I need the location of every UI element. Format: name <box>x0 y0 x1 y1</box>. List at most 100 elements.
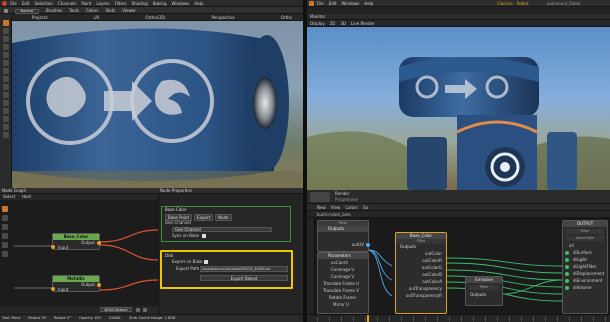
menu-help[interactable]: Help <box>194 1 203 6</box>
mask-tool-icon[interactable] <box>2 100 9 106</box>
graph-fit-icon[interactable] <box>136 307 140 312</box>
output-port[interactable] <box>97 283 101 287</box>
param-coverage-v[interactable]: Coverage V <box>318 274 368 280</box>
node-graph-canvas[interactable]: Base_Color Output Input Metallic Output … <box>0 200 158 314</box>
menu-windows[interactable]: Windows <box>341 1 359 6</box>
toolbar-viewer[interactable]: Viewer <box>122 8 136 14</box>
node-metallic[interactable]: Metallic Output Input <box>51 275 101 292</box>
input-di-light-filter[interactable]: diLightFilter <box>563 264 607 270</box>
paint-tool-icon[interactable] <box>2 28 9 34</box>
tab-3d[interactable]: 3D <box>340 21 346 26</box>
menu-go[interactable]: Go <box>363 205 369 210</box>
export-on-bake-checkbox[interactable] <box>204 259 208 264</box>
menu-new[interactable]: New <box>317 205 326 210</box>
tab-projects[interactable]: Projects <box>32 15 48 20</box>
out-color-a[interactable]: outColorA <box>396 279 446 285</box>
timeline-bar[interactable] <box>307 314 610 322</box>
zoom-tool-icon[interactable] <box>2 132 9 138</box>
input-di-displacement[interactable]: diDisplacement <box>563 271 607 277</box>
transform-tool-icon[interactable] <box>2 84 9 90</box>
blur-tool-icon[interactable] <box>2 60 9 66</box>
input-port[interactable] <box>51 245 55 249</box>
mode-select[interactable]: Normal <box>15 8 39 14</box>
tab-ortho-3d[interactable]: Ortho(3D) <box>145 15 165 20</box>
path-field[interactable]: build:/robot_bots <box>317 212 351 217</box>
out-transparency[interactable]: outTransparency <box>396 286 446 292</box>
toolbar-colors[interactable]: Colors <box>86 8 99 14</box>
menu-baking[interactable]: Baking <box>153 1 167 6</box>
smear-tool-icon[interactable] <box>2 52 9 58</box>
menu-colors[interactable]: Colors <box>345 205 358 210</box>
tab-node[interactable]: Node <box>215 214 232 221</box>
input-port[interactable] <box>565 258 569 262</box>
tab-export[interactable]: Export <box>194 214 214 221</box>
input-di-light[interactable]: diLight <box>563 257 607 263</box>
menu-file[interactable]: File <box>317 1 324 6</box>
tab-select[interactable]: Select <box>3 195 15 199</box>
toolbar-brushes[interactable]: Brushes <box>46 8 62 14</box>
input-port[interactable] <box>565 272 569 276</box>
input-port[interactable] <box>565 279 569 283</box>
output-port[interactable] <box>366 243 370 247</box>
toolbar-slots[interactable]: Slots <box>105 8 115 14</box>
param-coverage-u[interactable]: Coverage U <box>318 267 368 273</box>
stamp-tool-icon[interactable] <box>2 108 9 114</box>
tab-host[interactable]: Host <box>22 195 31 199</box>
node-base-color-texture[interactable]: Base_Color Filter Outputs outColor outCo… <box>395 232 447 314</box>
eraser-tool-icon[interactable] <box>2 36 9 42</box>
select-tool-icon[interactable] <box>2 20 9 26</box>
menu-help[interactable]: Help <box>364 1 373 6</box>
gen-channel-select[interactable]: Gen Channel <box>172 226 272 232</box>
param-uvcoord[interactable]: uvCoord <box>318 260 368 266</box>
tab-display[interactable]: Display <box>310 21 325 26</box>
node-base-color[interactable]: Base_Color Output Input <box>51 233 101 250</box>
param-translate-u[interactable]: Translate Frame U <box>318 281 368 287</box>
input-port[interactable] <box>565 251 569 255</box>
input-port[interactable] <box>565 265 569 269</box>
out-color-b[interactable]: outColorB <box>396 272 446 278</box>
out-color[interactable]: outColor <box>396 251 446 257</box>
input-di-environment[interactable]: diEnvironment <box>563 278 607 284</box>
out-color-g[interactable]: outColorG <box>396 265 446 271</box>
menu-view[interactable]: View <box>331 205 341 210</box>
clone-tool-icon[interactable] <box>2 44 9 50</box>
node-outputs-uv[interactable]: Filter Outputs outUV <box>317 220 370 252</box>
input-field-bar[interactable]: Input Field <box>566 236 604 241</box>
toolbar-tools[interactable]: Tools <box>69 8 79 14</box>
input-di-surface[interactable]: diSurface <box>563 250 607 256</box>
menu-filters[interactable]: Filters <box>115 1 127 6</box>
menu-paint[interactable]: Paint <box>81 1 91 6</box>
param-rotate-frame[interactable]: Rotate Frame <box>318 295 368 301</box>
render-icon[interactable] <box>310 192 330 202</box>
menu-edit[interactable]: Edit <box>22 1 30 6</box>
input-di-volume[interactable]: diVolume <box>563 285 607 291</box>
node-output[interactable]: OUTPUT Filter Input Field all diSurface … <box>562 220 608 314</box>
menu-shading[interactable]: Shading <box>132 1 148 6</box>
playhead-icon[interactable] <box>367 315 369 322</box>
out-color-r[interactable]: outColorR <box>396 258 446 264</box>
tab-live-render[interactable]: Live Render <box>351 21 375 26</box>
param-translate-v[interactable]: Translate Frame V <box>318 288 368 294</box>
node-parameters[interactable]: Parameters uvCoord Coverage U Coverage V… <box>317 252 369 314</box>
hand-tool-icon[interactable] <box>2 124 9 130</box>
pick-tool-icon[interactable] <box>2 92 9 98</box>
param-mirror-u[interactable]: Mirror U <box>318 302 368 308</box>
node-editor-canvas[interactable]: Filter Outputs outUV Parameters uvCoord … <box>307 218 610 314</box>
tab-uv[interactable]: UV <box>94 15 100 20</box>
input-port[interactable] <box>51 287 55 291</box>
output-port[interactable] <box>97 241 101 245</box>
paint-viewport[interactable] <box>12 21 303 188</box>
render-viewport[interactable] <box>307 27 610 190</box>
input-all[interactable]: all <box>563 243 607 249</box>
menu-edit[interactable]: Edit <box>329 1 337 6</box>
measure-tool-icon[interactable] <box>2 116 9 122</box>
tab-ortho[interactable]: Ortho <box>281 15 292 20</box>
gradient-tool-icon[interactable] <box>2 76 9 82</box>
input-port[interactable] <box>565 286 569 290</box>
colorspace-select[interactable]: sRGB Default <box>100 307 132 312</box>
sync-on-bake-checkbox[interactable] <box>202 233 206 238</box>
graph-frame-icon[interactable] <box>143 307 147 312</box>
out-transparency-r[interactable]: outTransparencyR <box>396 293 446 299</box>
fill-tool-icon[interactable] <box>2 68 9 74</box>
tab-perspective[interactable]: Perspective <box>212 15 235 20</box>
